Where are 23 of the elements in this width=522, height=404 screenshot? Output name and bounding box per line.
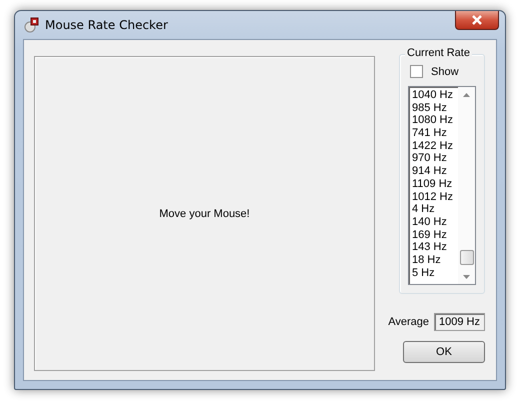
rate-list-item[interactable]: 1012 Hz [412,190,458,204]
rate-list-item[interactable]: 970 Hz [412,152,458,166]
rate-list-item[interactable]: 18 Hz [412,254,458,267]
rate-list-item[interactable]: 1040 Hz [412,89,458,102]
rate-list-item[interactable]: 985 Hz [412,102,458,114]
rate-list-item[interactable]: 914 Hz [412,165,458,178]
average-field: 1009 Hz [434,313,485,331]
checkbox-label: Show [431,66,459,78]
rate-list-item[interactable]: 140 Hz [412,216,458,229]
mouse-test-area[interactable]: Move your Mouse! [34,56,375,371]
rate-list-item[interactable]: 169 Hz [412,228,458,242]
rate-list-item[interactable]: 4 Hz [412,203,458,216]
rate-list-item[interactable]: 1422 Hz [412,140,458,152]
rate-list-item[interactable]: 5 Hz [412,266,458,280]
ok-button[interactable]: OK [403,341,485,363]
rate-list-item[interactable]: 1109 Hz [412,178,458,190]
window-title: Mouse Rate Checker [45,18,169,32]
group-title: Current Rate [405,47,472,59]
instruction-text: Move your Mouse! [159,208,250,220]
rate-list-item[interactable]: 1080 Hz [412,114,458,128]
rate-list-item[interactable]: 741 Hz [412,127,458,140]
rate-list-item[interactable]: 143 Hz [412,241,458,254]
average-label: Average [388,316,430,328]
